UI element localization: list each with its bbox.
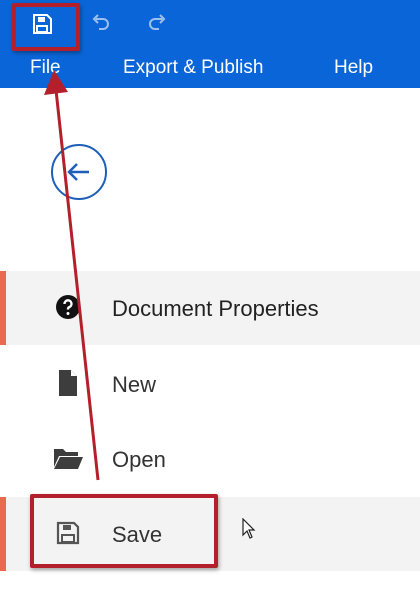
annotation-arrow [44, 70, 100, 481]
mouse-cursor-icon [242, 518, 256, 539]
